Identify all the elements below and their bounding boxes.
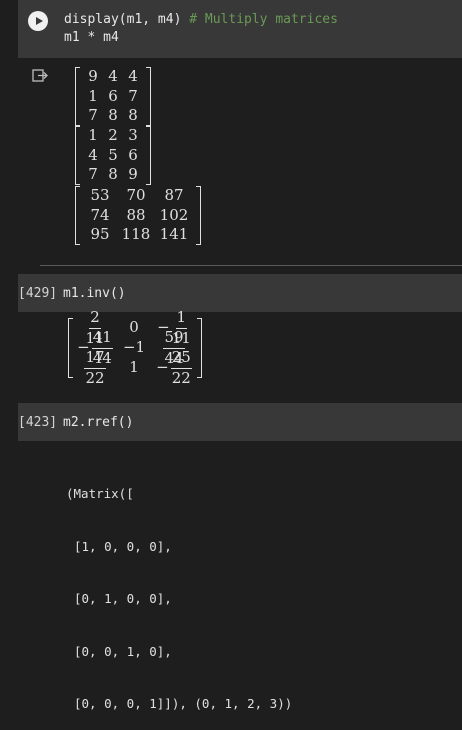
matrix-cell: 5 <box>108 145 118 164</box>
matrix-cell: 8 <box>108 165 118 183</box>
rref-line: (Matrix([ <box>66 486 134 501</box>
matrix-cell: 4 <box>108 67 118 85</box>
matrix-cell: 0 <box>129 318 139 337</box>
fraction: 17 22 <box>84 348 106 387</box>
matrix-cell: 2 <box>108 126 118 144</box>
code-cell-inverse[interactable]: [429] m1.inv() <box>18 274 462 312</box>
rref-line: [0, 0, 1, 0], <box>74 643 172 659</box>
matrix-cell: 4 <box>128 67 138 85</box>
matrix-m4: 123 456 789 <box>75 126 151 185</box>
code-line-1[interactable]: display(m1, m4) # Multiply matrices <box>64 11 338 29</box>
code-comment: # Multiply matrices <box>189 12 338 27</box>
code-line[interactable]: m1.inv() <box>63 285 126 303</box>
fraction: 25 22 <box>170 348 192 387</box>
run-cell-button[interactable] <box>28 11 48 31</box>
output-icon[interactable] <box>32 69 48 83</box>
matrix-cell: 1 <box>88 126 98 144</box>
matrix-cell: 7 <box>88 106 98 124</box>
matrix-cell: 17 22 <box>76 348 114 387</box>
code-line[interactable]: m2.rref() <box>63 414 133 432</box>
rref-line: [0, 1, 0, 0], <box>74 591 172 606</box>
matrix-m1: 944167788 <box>75 67 151 126</box>
matrix-cell: 102 <box>159 205 189 224</box>
matrix-cell: 4 <box>88 145 98 164</box>
rref-line: [0, 0, 0, 1]]), (0, 1, 2, 3)) <box>74 696 293 711</box>
matrix-cell: 1 <box>129 358 139 377</box>
matrix-inverse: 2 11 0−1 11−41 44 −1 59 44 17 22 1−25 22 <box>68 308 202 387</box>
execution-count: [423] <box>18 415 58 430</box>
matrix-cell: 53 <box>90 186 110 204</box>
matrix-cell: 6 <box>108 86 118 105</box>
matrix-cell: 141 <box>159 225 189 243</box>
matrix-cell: 70 <box>126 186 146 204</box>
matrix-cell: 9 <box>128 165 138 183</box>
matrix-cell: 6 <box>128 145 138 164</box>
matrix-cell: −1 <box>122 338 146 357</box>
matrix-cell: 1 <box>88 86 98 105</box>
matrix-cell: 8 <box>128 106 138 124</box>
execution-count: [429] <box>18 286 58 301</box>
output-divider <box>40 265 462 266</box>
matrix-cell: 74 <box>90 205 110 224</box>
matrix-cell: 3 <box>128 126 138 144</box>
matrix-cell: 87 <box>164 186 184 204</box>
code-line-2[interactable]: m1 * m4 <box>64 29 119 47</box>
matrix-cell: 95 <box>90 225 110 243</box>
matrix-cell: 7 <box>88 165 98 183</box>
code-cell-multiply[interactable]: display(m1, m4) # Multiply matrices m1 *… <box>18 0 462 58</box>
matrix-cell: −25 22 <box>156 348 192 387</box>
matrix-cell: 88 <box>126 205 146 224</box>
matrix-product: 53 70 87 74 88 102 95 118 141 <box>75 186 201 245</box>
rref-output: (Matrix([ [1, 0, 0, 0], [0, 1, 0, 0], [0… <box>66 450 292 730</box>
matrix-cell: 118 <box>121 225 151 243</box>
matrix-cell: 8 <box>108 106 118 124</box>
play-icon <box>36 16 43 25</box>
matrix-cell: 9 <box>88 67 98 85</box>
rref-line: [1, 0, 0, 0], <box>74 538 172 554</box>
matrix-cell: 7 <box>128 86 138 105</box>
code-cell-rref[interactable]: [423] m2.rref() <box>18 403 462 441</box>
